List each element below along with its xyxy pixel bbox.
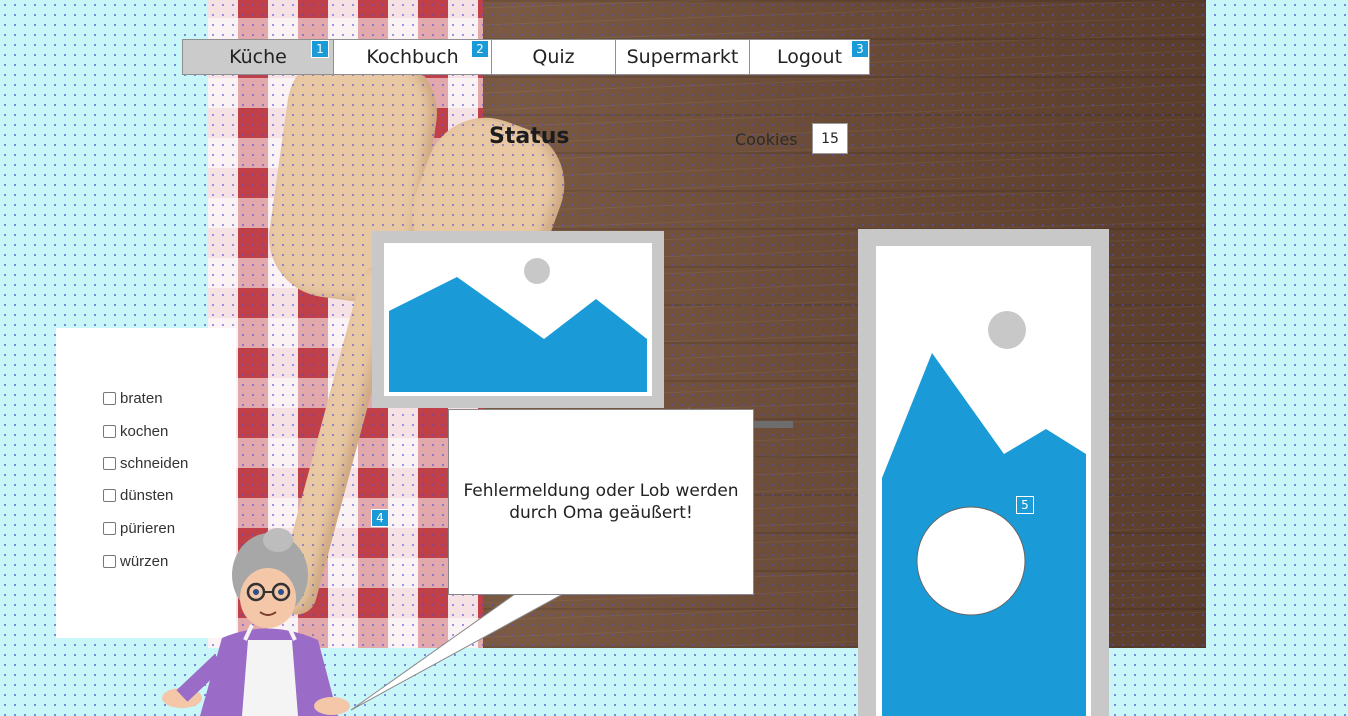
checkbox-schneiden[interactable]: schneiden bbox=[103, 455, 188, 472]
speech-bubble-tail bbox=[350, 593, 564, 711]
checkbox-label: braten bbox=[120, 390, 163, 407]
nav-item-supermarkt[interactable]: Supermarkt bbox=[616, 40, 750, 74]
portrait-image-placeholder: 5 bbox=[858, 229, 1109, 716]
checkbox-label: schneiden bbox=[120, 455, 189, 472]
annotation-badge: 5 bbox=[1016, 496, 1034, 514]
image-placeholder-icon bbox=[389, 258, 647, 392]
nav-label: Küche bbox=[229, 46, 287, 68]
checkbox-label: dünsten bbox=[120, 487, 174, 504]
cookies-label: Cookies bbox=[735, 130, 798, 149]
nav-item-logout[interactable]: Logout 3 bbox=[750, 40, 869, 74]
speech-bubble-text: Fehlermeldung oder Lob werden durch Oma … bbox=[463, 481, 739, 523]
cookies-counter: 15 bbox=[812, 123, 848, 154]
checkbox-wuerzen[interactable]: würzen bbox=[103, 553, 168, 570]
checkbox-braten[interactable]: braten bbox=[103, 390, 163, 407]
nav-item-kochbuch[interactable]: Kochbuch 2 bbox=[334, 40, 492, 74]
status-title: Status bbox=[489, 124, 570, 149]
nav-label: Supermarkt bbox=[626, 46, 739, 68]
checkbox[interactable] bbox=[103, 457, 116, 470]
checkbox[interactable] bbox=[103, 555, 116, 568]
checkbox-kochen[interactable]: kochen bbox=[103, 423, 168, 440]
nav-label: Kochbuch bbox=[366, 46, 459, 68]
nav-label: Logout bbox=[776, 46, 843, 68]
speech-bubble: Fehlermeldung oder Lob werden durch Oma … bbox=[448, 409, 754, 595]
image-placeholder-icon bbox=[882, 311, 1086, 716]
checkbox[interactable] bbox=[103, 392, 116, 405]
main-navigation: Küche 1 Kochbuch 2 Quiz Supermarkt Logou… bbox=[182, 39, 870, 75]
grandma-avatar bbox=[162, 528, 350, 716]
checkbox-label: kochen bbox=[120, 423, 169, 440]
checkbox[interactable] bbox=[103, 489, 116, 502]
nav-label: Quiz bbox=[532, 46, 575, 68]
checkbox[interactable] bbox=[103, 522, 116, 535]
nav-item-quiz[interactable]: Quiz bbox=[492, 40, 616, 74]
image-placeholder bbox=[372, 231, 664, 408]
annotation-badge: 4 bbox=[371, 509, 389, 527]
checkbox-duensten[interactable]: dünsten bbox=[103, 487, 173, 504]
annotation-badge: 3 bbox=[851, 40, 869, 58]
annotation-badge: 1 bbox=[311, 40, 329, 58]
annotation-badge: 2 bbox=[471, 40, 489, 58]
nav-item-kueche[interactable]: Küche 1 bbox=[183, 40, 334, 74]
checkbox[interactable] bbox=[103, 425, 116, 438]
